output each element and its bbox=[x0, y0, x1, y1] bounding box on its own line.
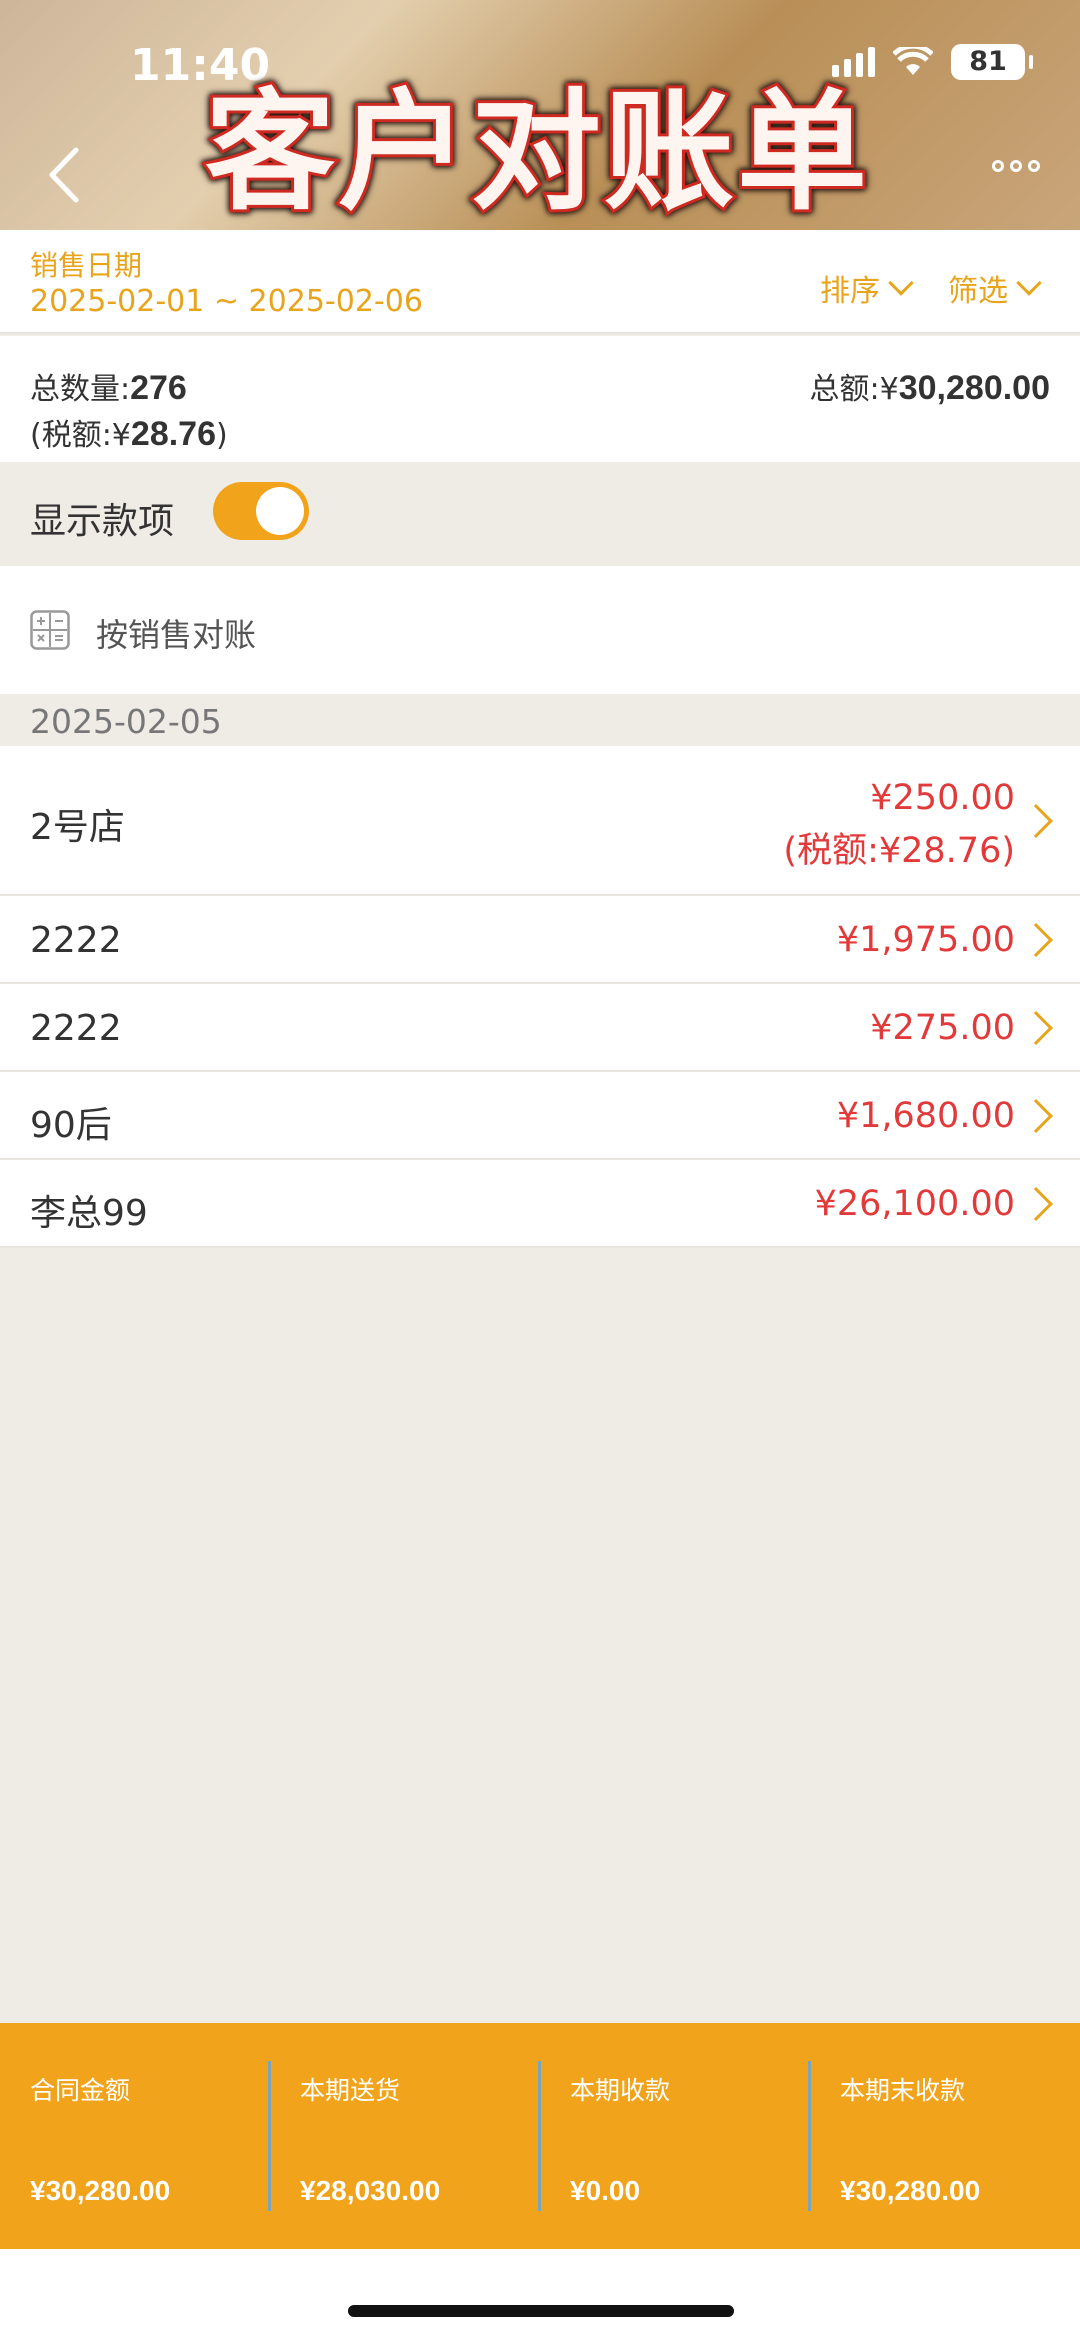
date-label: 销售日期 bbox=[30, 249, 143, 282]
show-payments-label: 显示款项 bbox=[30, 501, 175, 542]
footer-value: ¥28,030.00 bbox=[300, 2175, 441, 2206]
chevron-right-icon bbox=[1019, 804, 1053, 838]
header: 11:40 81 客户对账单 bbox=[0, 0, 1080, 230]
chevron-down-icon bbox=[1016, 270, 1042, 296]
filter-bar: 销售日期 2025-02-01 ~ 2025-02-06 排序 筛选 bbox=[0, 230, 1080, 334]
status-icons: 81 bbox=[832, 44, 1033, 80]
customer-name: 2222 bbox=[30, 920, 122, 961]
date-range[interactable]: 2025-02-01 ~ 2025-02-06 bbox=[30, 284, 423, 319]
list-date-header: 2025-02-05 bbox=[0, 694, 1080, 746]
totals-summary: 总数量:276 (税额:¥28.76) 总额:¥30,280.00 bbox=[0, 336, 1080, 462]
customer-amount: ¥26,100.00 bbox=[814, 1184, 1015, 1224]
footer-label: 本期末收款 bbox=[840, 2076, 966, 2105]
sort-button[interactable]: 排序 bbox=[820, 266, 914, 310]
back-icon[interactable] bbox=[40, 140, 90, 210]
list-item[interactable]: 李总99 ¥26,100.00 bbox=[0, 1160, 1080, 1248]
chevron-right-icon bbox=[1019, 1011, 1053, 1045]
total-quantity-label: 总数量: bbox=[30, 372, 131, 407]
chevron-down-icon bbox=[888, 270, 914, 296]
filter-button[interactable]: 筛选 bbox=[948, 266, 1042, 310]
total-quantity-value: 276 bbox=[130, 369, 187, 407]
total-amount: 总额:¥30,280.00 bbox=[810, 364, 1050, 408]
signal-icon bbox=[832, 47, 875, 77]
total-tax: (税额:¥28.76) bbox=[30, 410, 228, 454]
customer-tax: (税额:¥28.76) bbox=[783, 831, 1015, 871]
customer-amount: ¥250.00 bbox=[870, 778, 1015, 818]
chevron-right-icon bbox=[1019, 1099, 1053, 1133]
show-payments-toggle[interactable] bbox=[213, 482, 309, 540]
list-item[interactable]: 2222 ¥275.00 bbox=[0, 984, 1080, 1072]
footer-label: 合同金额 bbox=[30, 2076, 131, 2105]
customer-name: 李总99 bbox=[30, 1193, 148, 1234]
total-tax-suffix: ) bbox=[216, 418, 228, 453]
total-amount-label: 总额:¥ bbox=[809, 372, 899, 407]
list-item[interactable]: 2号店 ¥250.00 (税额:¥28.76) bbox=[0, 746, 1080, 896]
footer-value: ¥30,280.00 bbox=[30, 2175, 171, 2206]
customer-amount: ¥275.00 bbox=[870, 1008, 1015, 1048]
reconcile-by-sales-label: 按销售对账 bbox=[96, 616, 257, 654]
customer-amount: ¥1,680.00 bbox=[836, 1096, 1015, 1136]
chevron-right-icon bbox=[1019, 923, 1053, 957]
wifi-icon bbox=[893, 47, 933, 75]
customer-name: 90后 bbox=[30, 1105, 112, 1146]
total-amount-value: 30,280.00 bbox=[898, 369, 1050, 407]
home-indicator[interactable] bbox=[348, 2305, 734, 2317]
bottom-safe-area bbox=[0, 2249, 1080, 2337]
toggle-knob bbox=[256, 487, 304, 535]
filter-label: 筛选 bbox=[948, 274, 1008, 309]
footer-value: ¥0.00 bbox=[570, 2175, 641, 2206]
footer-value: ¥30,280.00 bbox=[840, 2175, 981, 2206]
footer-period-end-receivable: 本期末收款 ¥30,280.00 bbox=[810, 2023, 1080, 2249]
footer-label: 本期收款 bbox=[570, 2076, 671, 2105]
footer-contract-amount: 合同金额 ¥30,280.00 bbox=[0, 2023, 270, 2249]
battery-icon: 81 bbox=[951, 44, 1033, 80]
customer-amount: ¥1,975.00 bbox=[836, 920, 1015, 960]
list-item[interactable]: 90后 ¥1,680.00 bbox=[0, 1072, 1080, 1160]
footer-period-delivery: 本期送货 ¥28,030.00 bbox=[270, 2023, 540, 2249]
list-item[interactable]: 2222 ¥1,975.00 bbox=[0, 896, 1080, 984]
page-title-overlay: 客户对账单 bbox=[202, 76, 871, 228]
footer-period-receipt: 本期收款 ¥0.00 bbox=[540, 2023, 810, 2249]
customer-list: 2号店 ¥250.00 (税额:¥28.76) 2222 ¥1,975.00 2… bbox=[0, 746, 1080, 1248]
reconcile-by-sales-row[interactable]: 按销售对账 bbox=[0, 566, 1080, 694]
chevron-right-icon bbox=[1019, 1187, 1053, 1221]
footer-label: 本期送货 bbox=[300, 2076, 401, 2105]
total-tax-label: (税额:¥ bbox=[30, 418, 131, 453]
footer-summary: 合同金额 ¥30,280.00 本期送货 ¥28,030.00 本期收款 ¥0.… bbox=[0, 2023, 1080, 2249]
list-date: 2025-02-05 bbox=[30, 702, 222, 741]
show-payments-row: 显示款项 bbox=[0, 462, 1080, 564]
calculator-icon bbox=[30, 610, 70, 650]
customer-name: 2号店 bbox=[30, 807, 125, 848]
total-tax-value: 28.76 bbox=[130, 415, 216, 453]
customer-name: 2222 bbox=[30, 1008, 122, 1049]
sort-label: 排序 bbox=[820, 274, 880, 309]
more-icon[interactable] bbox=[992, 160, 1040, 172]
total-quantity: 总数量:276 bbox=[30, 364, 187, 408]
